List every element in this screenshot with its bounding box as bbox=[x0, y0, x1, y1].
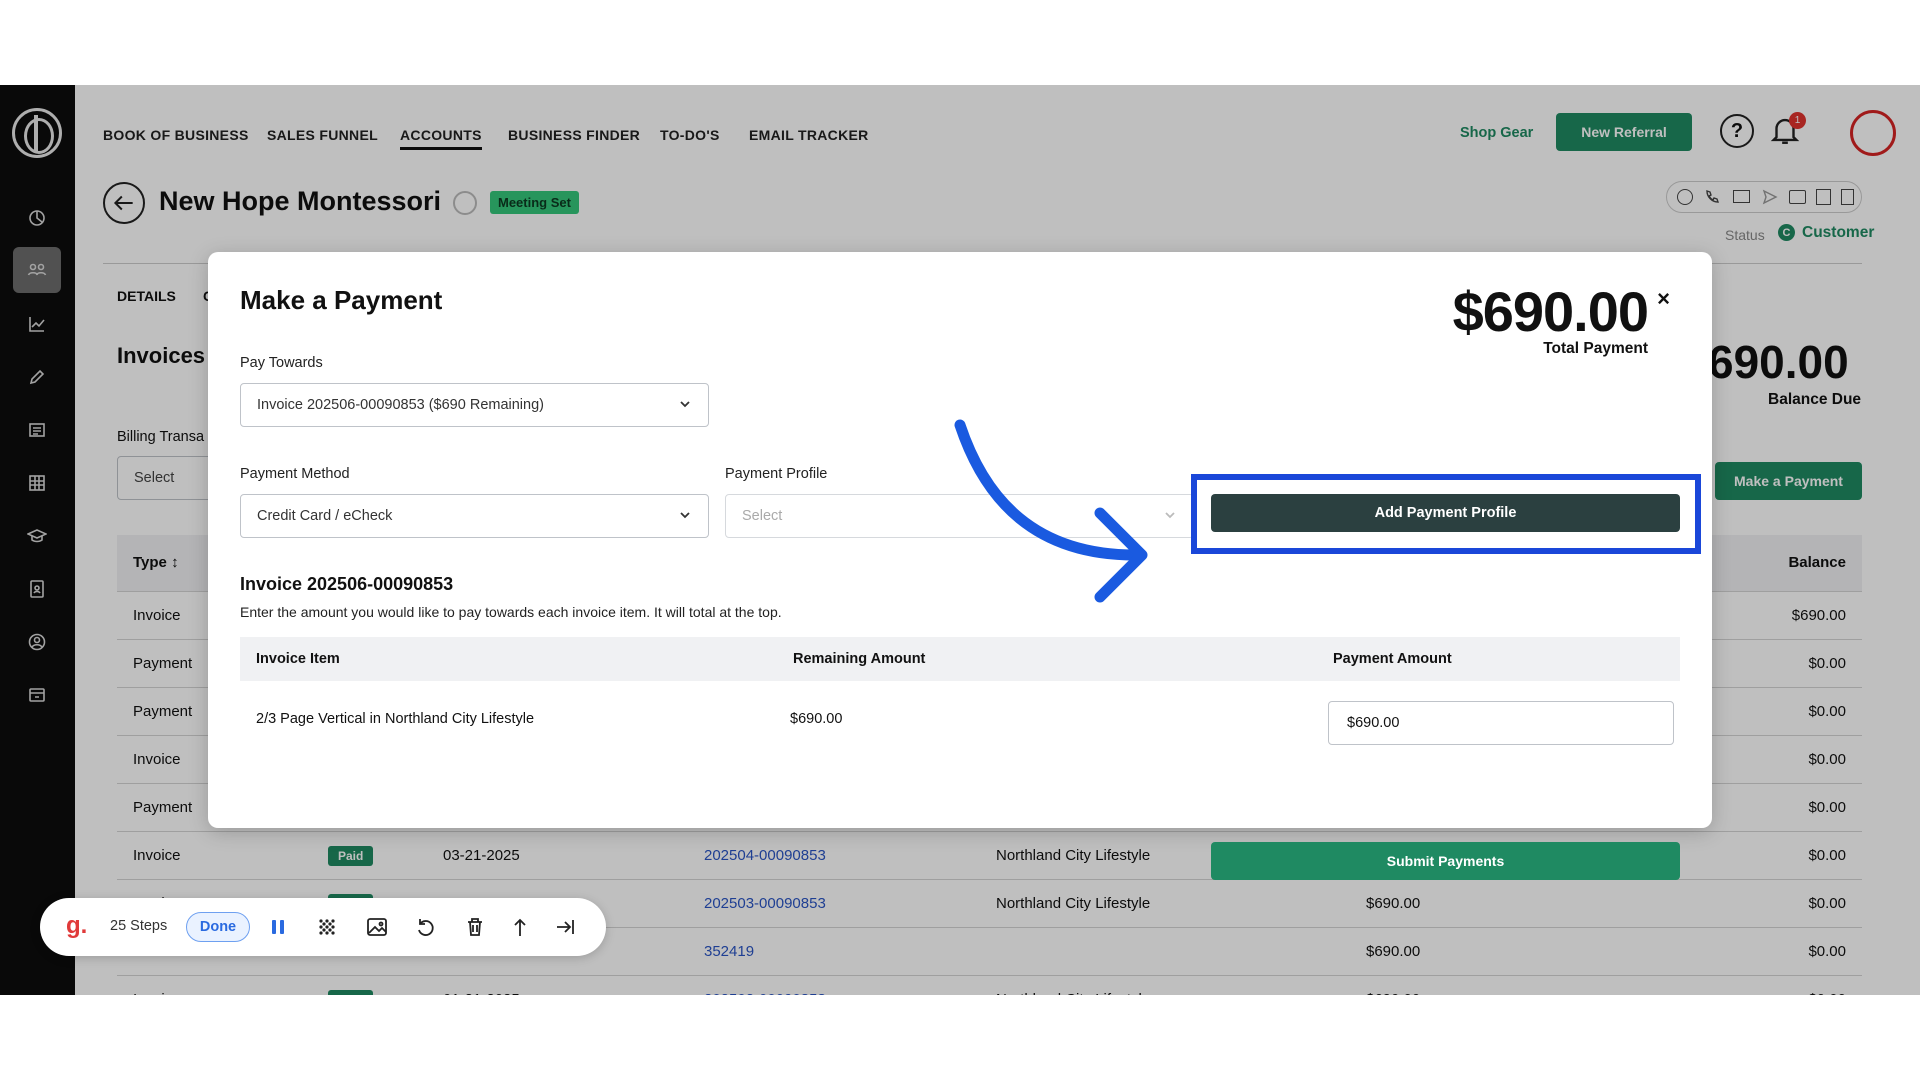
done-button[interactable]: Done bbox=[186, 912, 250, 942]
modal-title: Make a Payment bbox=[240, 285, 443, 315]
col-remaining-amount: Remaining Amount bbox=[793, 651, 926, 667]
payment-method-value: Credit Card / eCheck bbox=[257, 508, 393, 524]
payment-amount-input[interactable]: $690.00 bbox=[1328, 701, 1674, 745]
payment-profile-placeholder: Select bbox=[742, 508, 783, 524]
undo-icon[interactable] bbox=[414, 915, 438, 939]
col-invoice-item: Invoice Item bbox=[256, 651, 340, 667]
pay-towards-select[interactable]: Invoice 202506-00090853 ($690 Remaining) bbox=[240, 383, 709, 427]
screenshot: BOOK OF BUSINESS SALES FUNNEL ACCOUNTS B… bbox=[0, 85, 1920, 995]
steps-count: 25 Steps bbox=[110, 918, 168, 934]
close-icon[interactable]: × bbox=[1657, 286, 1670, 312]
invoice-instructions: Enter the amount you would like to pay t… bbox=[240, 604, 782, 620]
invoice-heading: Invoice 202506-00090853 bbox=[240, 574, 454, 594]
recorder-toolbar: g. 25 Steps Done bbox=[40, 898, 606, 956]
invoice-item-name: 2/3 Page Vertical in Northland City Life… bbox=[256, 711, 535, 727]
total-payment-amount: $690.00 bbox=[1452, 280, 1649, 343]
chevron-down-icon bbox=[680, 401, 690, 408]
image-icon[interactable] bbox=[365, 915, 389, 939]
blur-icon[interactable] bbox=[315, 915, 339, 939]
payment-method-select[interactable]: Credit Card / eCheck bbox=[240, 494, 709, 538]
share-icon[interactable] bbox=[508, 915, 532, 939]
pause-icon[interactable] bbox=[266, 915, 290, 939]
invoice-item-remaining: $690.00 bbox=[790, 711, 843, 727]
skip-to-end-icon[interactable] bbox=[553, 915, 577, 939]
pointer-arrow-icon bbox=[954, 419, 1148, 603]
recorder-logo: g. bbox=[66, 912, 88, 939]
highlight-box bbox=[1191, 474, 1701, 554]
pay-towards-value: Invoice 202506-00090853 ($690 Remaining) bbox=[257, 397, 544, 413]
chevron-down-icon bbox=[680, 512, 690, 519]
invoice-item-row: 2/3 Page Vertical in Northland City Life… bbox=[240, 681, 1680, 759]
pay-towards-label: Pay Towards bbox=[240, 355, 323, 371]
invoice-items-table: Invoice Item Remaining Amount Payment Am… bbox=[240, 637, 1680, 759]
submit-payments-button[interactable]: Submit Payments bbox=[1211, 842, 1680, 880]
chevron-down-icon bbox=[1165, 512, 1175, 519]
trash-icon[interactable] bbox=[463, 915, 487, 939]
col-payment-amount: Payment Amount bbox=[1333, 651, 1452, 667]
payment-profile-label: Payment Profile bbox=[725, 466, 828, 482]
total-payment-label: Total Payment bbox=[1543, 340, 1648, 357]
payment-method-label: Payment Method bbox=[240, 466, 350, 482]
